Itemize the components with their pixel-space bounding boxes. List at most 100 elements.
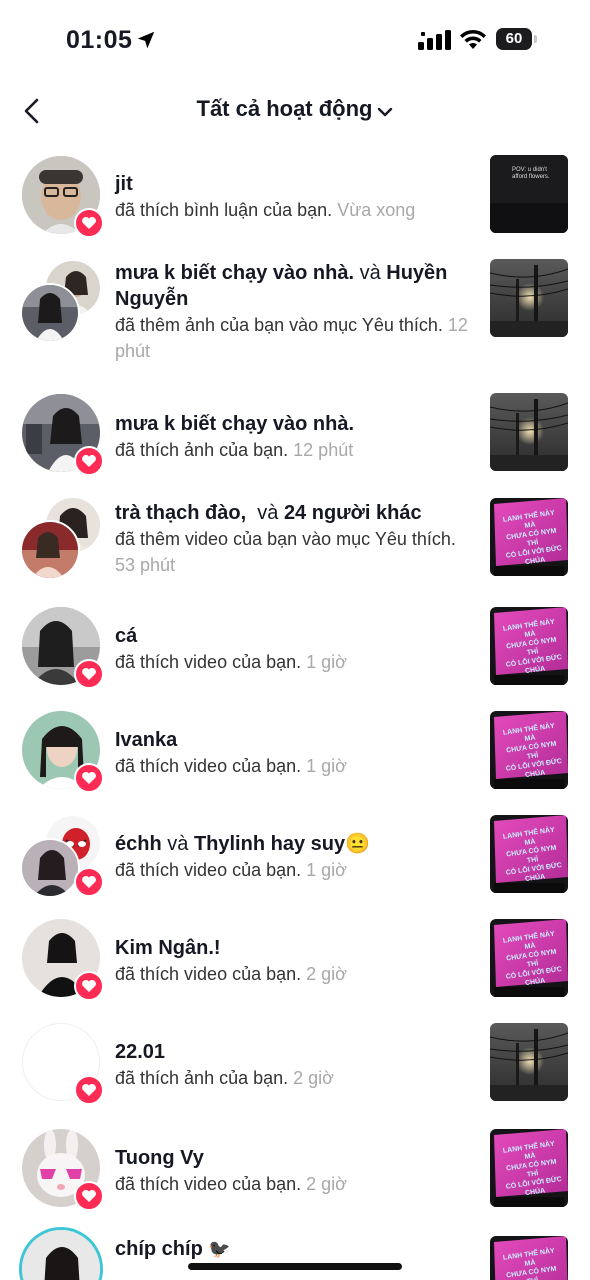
notification-action: đã thích ảnh của bạn. 12 phút: [115, 437, 475, 463]
notification-names: Kim Ngân.!: [115, 935, 475, 961]
bird-emoji-icon: 🐦‍⬛: [208, 1239, 231, 1259]
status-time: 01:05: [66, 26, 133, 54]
notification-text: chíp chíp 🐦‍⬛: [115, 1236, 475, 1262]
billboard-text: LANH THẾ NÀY MÀCHƯA CÓ NYM THÌCÓ LỖI VỚI…: [499, 508, 566, 570]
notification-names: chíp chíp 🐦‍⬛: [115, 1236, 475, 1262]
notification-action: đã thêm video của bạn vào mục Yêu thích.…: [115, 526, 475, 578]
action-text: đã thêm video của bạn vào mục Yêu thích.: [115, 529, 456, 549]
home-indicator[interactable]: [188, 1263, 402, 1270]
notification-row[interactable]: mưa k biết chạy vào nhà. đã thích ảnh củ…: [0, 392, 590, 480]
post-thumbnail[interactable]: LANH THẾ NÀY MÀCHƯA CÓ NYM THÌCÓ LỖI VỚI…: [490, 711, 568, 789]
timestamp: 1 giờ: [306, 860, 347, 880]
user-name[interactable]: mưa k biết chạy vào nhà.: [115, 413, 354, 435]
post-thumbnail[interactable]: LANH THẾ NÀY MÀCHƯA CÓ NYM THÌCÓ LỖI VỚI…: [490, 815, 568, 893]
timestamp: Vừa xong: [337, 200, 416, 220]
notification-text: Ivanka đã thích video của bạn. 1 giờ: [115, 727, 475, 779]
location-arrow-icon: [137, 31, 155, 49]
notification-row[interactable]: chíp chíp 🐦‍⬛ LANH THẾ NÀY MÀ CHƯA CÓ NYM…: [0, 1226, 590, 1280]
avatar-stack[interactable]: [20, 259, 102, 343]
notification-row[interactable]: cá đã thích video của bạn. 1 giờ LANH TH…: [0, 604, 590, 692]
battery-level: 60: [496, 28, 532, 50]
avatar-stack[interactable]: [20, 496, 102, 580]
activity-filter-dropdown[interactable]: Tất cả hoạt động: [0, 96, 590, 122]
thumbnail-image: [490, 393, 568, 471]
conjunction: và: [354, 262, 387, 284]
billboard-text: LANH THẾ NÀY MÀCHƯA CÓ NYM THÌCÓ LỖI VỚI…: [499, 721, 566, 783]
notification-row[interactable]: jit đã thích bình luận của bạn. Vừa xong…: [0, 152, 590, 240]
notification-row[interactable]: mưa k biết chạy vào nhà. và Huyền Nguyễn…: [0, 250, 590, 380]
timestamp: 2 giờ: [306, 964, 347, 984]
avatar: [20, 283, 80, 343]
user-name[interactable]: jit: [115, 173, 133, 195]
action-text: đã thích ảnh của bạn.: [115, 440, 289, 460]
notification-text: cá đã thích video của bạn. 1 giờ: [115, 623, 475, 675]
post-thumbnail[interactable]: [490, 393, 568, 471]
post-thumbnail[interactable]: POV: u didn't afford flowers.: [490, 155, 568, 233]
heart-badge-icon: [74, 763, 104, 793]
billboard-text: LANH THẾ NÀY MÀCHƯA CÓ NYM THÌCÓ LỖI VỚI…: [499, 825, 566, 887]
notification-text: échh và Thylinh hay suy😐 đã thích video …: [115, 831, 475, 883]
user-name[interactable]: Kim Ngân.!: [115, 937, 221, 959]
action-text: đã thích video của bạn.: [115, 652, 302, 672]
thumbnail-caption: POV: u didn't afford flowers.: [512, 167, 550, 180]
others-count[interactable]: 24 người khác: [284, 502, 422, 524]
heart-badge-icon: [74, 659, 104, 689]
avatar-photo: [22, 1230, 100, 1280]
wifi-icon: [460, 29, 486, 49]
notification-names: cá: [115, 623, 475, 649]
billboard-text: LANH THẾ NÀY MÀCHƯA CÓ NYM THÌCÓ LỖI VỚI…: [499, 1139, 566, 1201]
cellular-signal-icon: [418, 30, 451, 50]
user-name[interactable]: Thylinh hay suy😐: [194, 833, 370, 855]
user-name[interactable]: mưa k biết chạy vào nhà.: [115, 262, 354, 284]
notification-action: đã thích bình luận của bạn. Vừa xong: [115, 197, 475, 223]
notification-text: 22.01 đã thích ảnh của bạn. 2 giờ: [115, 1039, 475, 1091]
user-name[interactable]: 22.01: [115, 1041, 165, 1063]
action-text: đã thích video của bạn.: [115, 860, 302, 880]
action-text: đã thích ảnh của bạn.: [115, 1068, 289, 1088]
post-thumbnail[interactable]: LANH THẾ NÀY MÀCHƯA CÓ NYM THÌCÓ LỖI VỚI…: [490, 498, 568, 576]
post-thumbnail[interactable]: LANH THẾ NÀY MÀCHƯA CÓ NYM THÌCÓ LỖI VỚI…: [490, 1129, 568, 1207]
user-name[interactable]: Tuong Vy: [115, 1147, 204, 1169]
thumbnail-image: [490, 1023, 568, 1101]
notification-row[interactable]: échh và Thylinh hay suy😐 đã thích video …: [0, 812, 590, 900]
avatar[interactable]: [22, 1230, 100, 1280]
timestamp: 1 giờ: [306, 652, 347, 672]
post-thumbnail[interactable]: LANH THẾ NÀY MÀCHƯA CÓ NYM THÌCÓ LỖI VỚI…: [490, 1236, 568, 1280]
post-thumbnail[interactable]: LANH THẾ NÀY MÀCHƯA CÓ NYM THÌCÓ LỖI VỚI…: [490, 607, 568, 685]
action-text: đã thích video của bạn.: [115, 964, 302, 984]
notification-names: trà thạch đào, và 24 người khác: [115, 500, 475, 526]
billboard-text: LANH THẾ NÀY MÀCHƯA CÓ NYM THÌCÓ LỖI VỚI…: [499, 617, 566, 679]
heart-badge-icon: [74, 971, 104, 1001]
notification-names: Ivanka: [115, 727, 475, 753]
post-thumbnail[interactable]: [490, 259, 568, 337]
notification-names: jit: [115, 171, 475, 197]
notification-action: đã thêm ảnh của bạn vào mục Yêu thích. 1…: [115, 312, 475, 364]
timestamp: 2 giờ: [306, 1174, 347, 1194]
notification-text: mưa k biết chạy vào nhà. đã thích ảnh củ…: [115, 411, 475, 463]
avatar: [20, 520, 80, 580]
action-text: đã thêm ảnh của bạn vào mục Yêu thích.: [115, 315, 443, 335]
notification-text: mưa k biết chạy vào nhà. và Huyền Nguyễn…: [115, 260, 475, 364]
user-name[interactable]: trà thạch đào,: [115, 502, 246, 524]
notification-text: Kim Ngân.! đã thích video của bạn. 2 giờ: [115, 935, 475, 987]
post-thumbnail[interactable]: LANH THẾ NÀY MÀCHƯA CÓ NYM THÌCÓ LỖI VỚI…: [490, 919, 568, 997]
user-name[interactable]: échh: [115, 833, 162, 855]
notification-row[interactable]: Ivanka đã thích video của bạn. 1 giờ LAN…: [0, 708, 590, 796]
notification-row[interactable]: 22.01 đã thích ảnh của bạn. 2 giờ: [0, 1020, 590, 1108]
status-bar: 01:05 60: [0, 0, 590, 80]
notification-row[interactable]: Kim Ngân.! đã thích video của bạn. 2 giờ…: [0, 916, 590, 1004]
post-thumbnail[interactable]: [490, 1023, 568, 1101]
notification-row[interactable]: trà thạch đào, và 24 người khác đã thêm …: [0, 494, 590, 590]
chevron-down-icon: [377, 107, 392, 116]
notification-text: trà thạch đào, và 24 người khác đã thêm …: [115, 500, 475, 578]
heart-badge-icon: [74, 1181, 104, 1211]
user-name[interactable]: Ivanka: [115, 729, 177, 751]
notification-row[interactable]: Tuong Vy đã thích video của bạn. 2 giờ L…: [0, 1124, 590, 1212]
user-name[interactable]: cá: [115, 625, 137, 647]
notification-names: Tuong Vy: [115, 1145, 475, 1171]
notification-text: Tuong Vy đã thích video của bạn. 2 giờ: [115, 1145, 475, 1197]
action-text: đã thích video của bạn.: [115, 1174, 302, 1194]
user-name[interactable]: chíp chíp: [115, 1238, 203, 1260]
timestamp: 53 phút: [115, 555, 176, 575]
battery-indicator: 60: [496, 28, 538, 50]
